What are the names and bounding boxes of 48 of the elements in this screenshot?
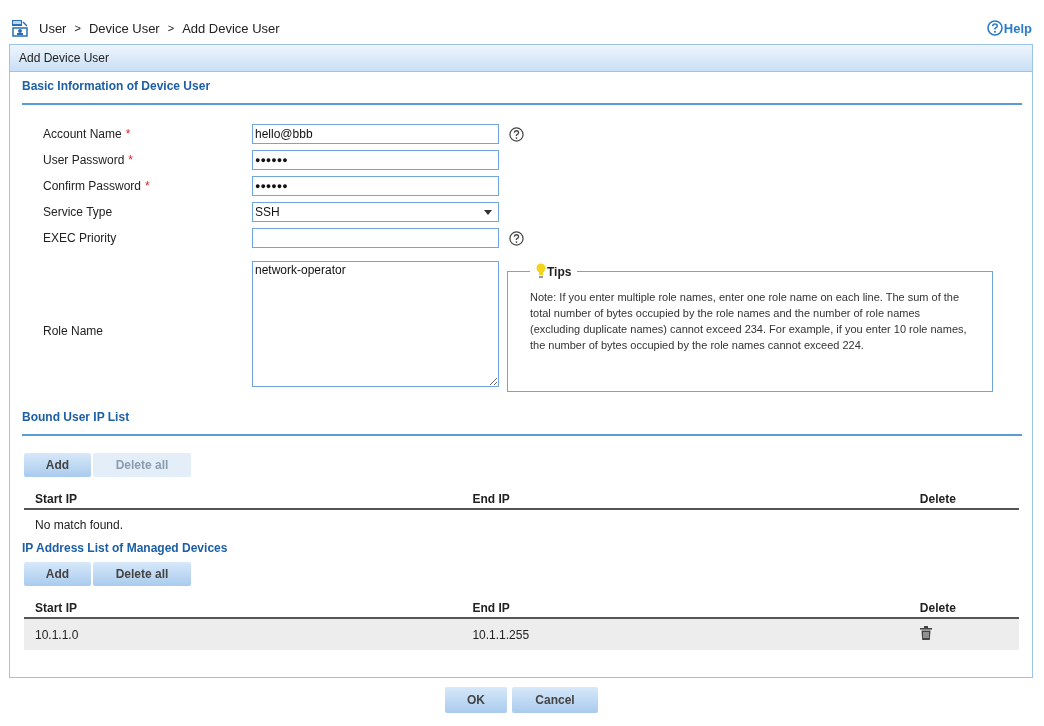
table-cell-text: 10.1.1.255 [472, 627, 531, 642]
column-header: End IP [472, 491, 511, 506]
dropdown[interactable]: SSH [252, 202, 499, 222]
field-label: EXEC Priority [43, 231, 117, 245]
column-header: Delete [918, 600, 957, 615]
required-mark: * [128, 153, 134, 167]
table-cell-text: 10.1.1.0 [34, 627, 80, 642]
breadcrumb-item[interactable]: Add Device User [182, 20, 280, 36]
cancel-button[interactable]: Cancel [512, 687, 598, 713]
empty-message: No match found. [35, 518, 125, 532]
toolbar-button[interactable]: Delete all [93, 562, 191, 586]
field-label: Service Type [43, 205, 113, 219]
breadcrumb-item[interactable]: Device User [88, 20, 160, 36]
help-link[interactable]: Help [986, 20, 1032, 36]
breadcrumb-separator: > [74, 22, 81, 34]
column-header: Delete [918, 491, 957, 506]
breadcrumb-item[interactable]: User [39, 20, 67, 36]
text-field[interactable] [252, 228, 499, 248]
text-field[interactable]: hello@bbb [252, 124, 499, 144]
required-mark: * [145, 179, 150, 193]
ok-button[interactable]: OK [445, 687, 507, 713]
text-area[interactable]: network-operator [252, 261, 499, 387]
field-label: Confirm Password [43, 179, 142, 193]
tips-title: Tips [547, 265, 572, 279]
toolbar-button[interactable]: Add [24, 562, 91, 586]
column-header: Start IP [34, 491, 78, 506]
trash-icon[interactable] [919, 626, 932, 640]
column-header: End IP [472, 600, 511, 615]
toolbar-button[interactable]: Add [24, 453, 91, 477]
column-header: Start IP [34, 600, 78, 615]
password-field[interactable]: ●●●●●● [252, 150, 499, 170]
help-icon [986, 20, 1003, 36]
help-icon[interactable] [509, 126, 524, 142]
field-label: Account Name [43, 127, 122, 141]
password-field[interactable]: ●●●●●● [252, 176, 499, 196]
lightbulb-icon [536, 263, 546, 279]
section-title: Basic Information of Device User [22, 79, 211, 93]
required-mark: * [125, 127, 131, 141]
section-title: IP Address List of Managed Devices [22, 541, 228, 555]
section-title: Bound User IP List [22, 410, 130, 424]
help-icon[interactable] [509, 230, 524, 246]
field-label: User Password [43, 153, 125, 167]
caret-icon [484, 209, 492, 215]
breadcrumb-separator: > [167, 22, 175, 34]
tips-text: Note: If you enter multiple role names, enter one role name on each line. The sum of the total number of bytes occupied by the role names and the number of role names (excluding duplicate names) cannot exceed 234. For example, if you enter 10 role names, the number of bytes occupied by the role names cannot exceed 224. [530, 290, 968, 353]
user-device-icon [11, 19, 29, 37]
field-label: Role Name [43, 324, 104, 338]
panel-header: Add Device User [10, 45, 1032, 72]
